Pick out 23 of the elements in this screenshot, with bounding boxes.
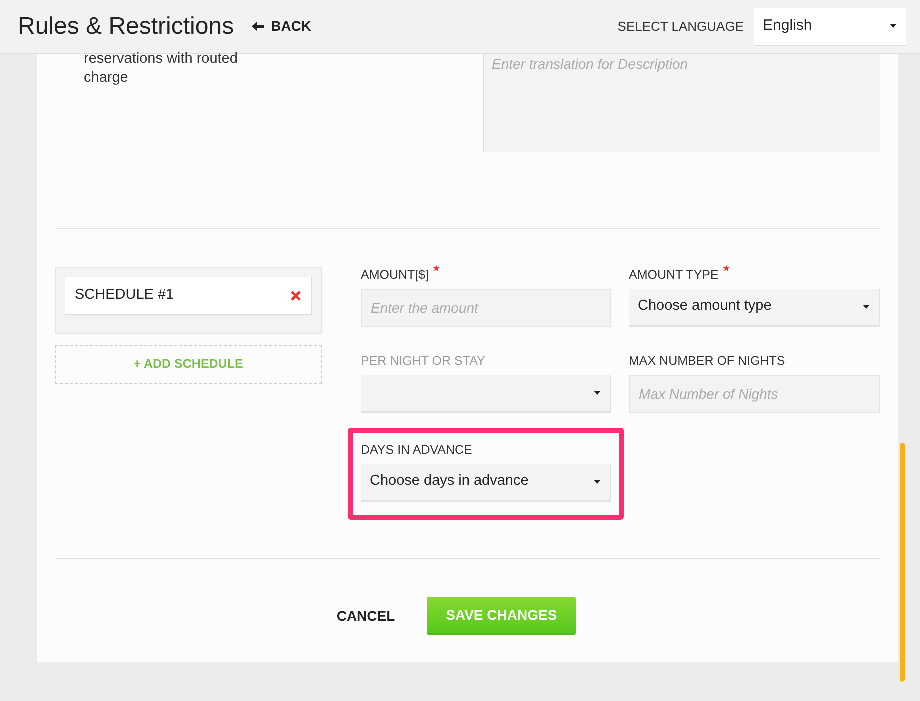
field-label: PER NIGHT OR STAY — [361, 353, 486, 370]
select-field[interactable]: Choose days in advance — [361, 464, 611, 502]
language-label: SELECT LANGUAGE — [618, 18, 744, 36]
field-label: DAYS IN ADVANCE — [361, 442, 472, 459]
close-icon[interactable] — [291, 290, 301, 300]
input-field[interactable]: Max Number of Nights — [629, 375, 880, 413]
language-select[interactable]: English — [754, 8, 906, 46]
select-field[interactable]: Choose amount type — [629, 289, 880, 327]
back-button[interactable]: BACK — [252, 16, 312, 37]
arrow-left-icon — [252, 22, 264, 31]
field-label: AMOUNT[$] — [361, 267, 430, 284]
input-field[interactable]: Enter the amount — [361, 289, 611, 327]
field-label: MAX NUMBER OF NIGHTS — [629, 353, 786, 370]
caret-icon — [594, 480, 601, 484]
translation-field[interactable]: Enter translation for Description — [483, 54, 880, 152]
caret-icon — [594, 391, 601, 395]
description-text: reservations with routed charge — [84, 50, 239, 88]
schedule-item[interactable]: SCHEDULE #1 — [65, 277, 312, 315]
field-label: AMOUNT TYPE — [629, 267, 719, 284]
caret-icon — [890, 24, 897, 28]
page-title: Rules & Restrictions — [18, 12, 234, 42]
caret-icon — [863, 305, 870, 309]
cancel-button[interactable]: CANCEL — [336, 606, 396, 626]
